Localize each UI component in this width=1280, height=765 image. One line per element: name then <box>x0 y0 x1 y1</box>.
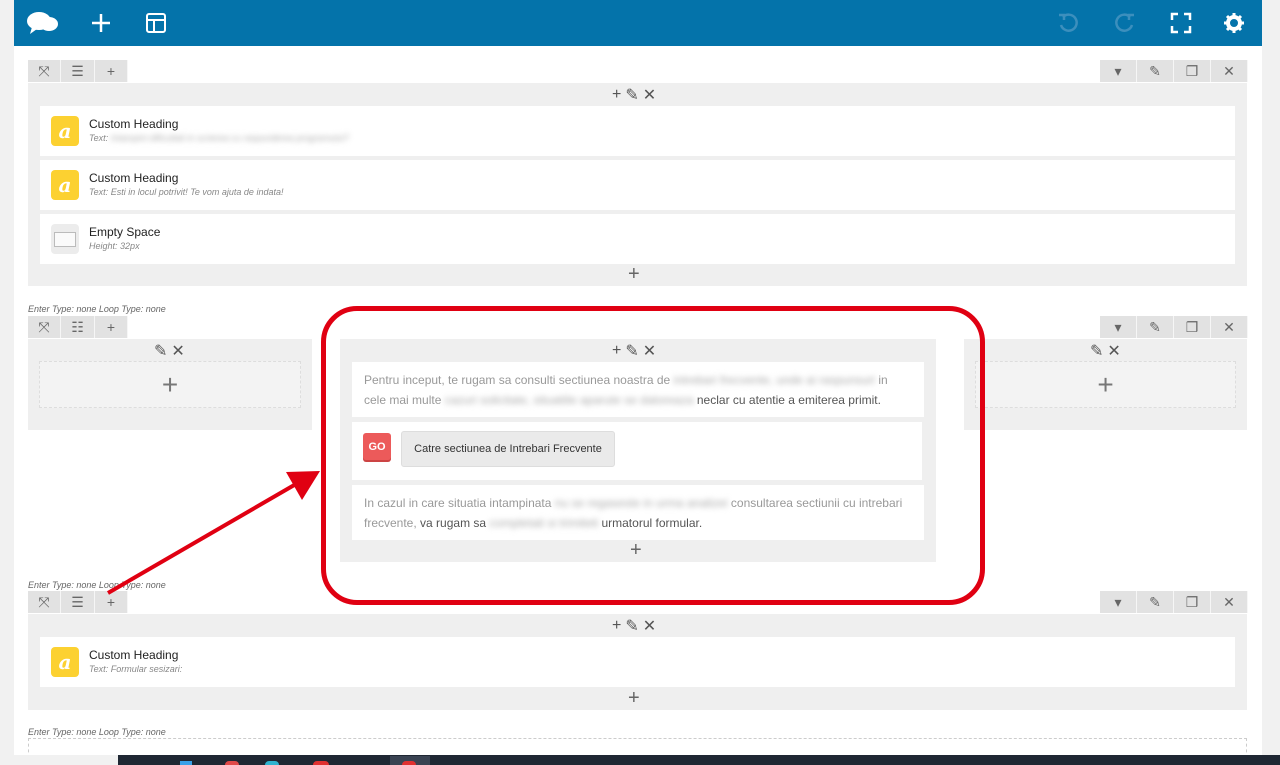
arrow-annotation-icon <box>106 471 320 595</box>
taskbar-app-icon[interactable] <box>402 761 416 765</box>
taskbar-app-icon[interactable] <box>265 761 279 765</box>
page-builder-screen: ⤧ ☰ + ▾ ✎ ❐ ✕ + ✎ ✕ a Custom Heading Tex… <box>0 0 1280 765</box>
taskbar-gap <box>0 755 118 765</box>
os-taskbar <box>118 755 1280 765</box>
taskbar-app-icon[interactable] <box>225 761 239 765</box>
taskbar-app-icon[interactable] <box>313 761 329 765</box>
taskbar-app-icon[interactable] <box>180 761 192 765</box>
